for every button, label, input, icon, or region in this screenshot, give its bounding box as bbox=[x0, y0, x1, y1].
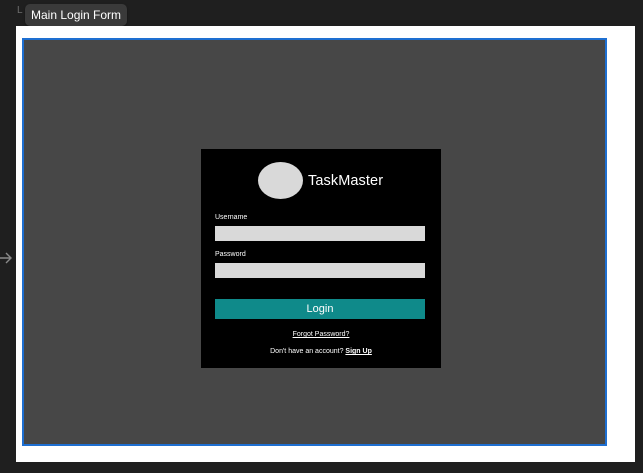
login-button[interactable]: Login bbox=[215, 299, 425, 319]
username-label: Username bbox=[215, 214, 248, 221]
frame-outline: TaskMaster Username Password Login Forgo… bbox=[16, 26, 635, 462]
forgot-password-link[interactable]: Forgot Password? bbox=[201, 331, 441, 338]
main-login-frame[interactable]: TaskMaster Username Password Login Forgo… bbox=[22, 38, 607, 446]
arrow-right-icon bbox=[0, 252, 12, 264]
login-card: TaskMaster Username Password Login Forgo… bbox=[201, 149, 441, 368]
password-label: Password bbox=[215, 251, 246, 258]
brand-row: TaskMaster bbox=[258, 162, 383, 199]
frame-name-tooltip[interactable]: Main Login Form bbox=[25, 4, 128, 26]
app-name: TaskMaster bbox=[308, 172, 384, 189]
logo-avatar bbox=[258, 162, 303, 199]
sign-up-link[interactable]: Sign Up bbox=[345, 348, 371, 355]
no-account-text: Don't have an account? bbox=[270, 348, 346, 355]
username-input[interactable] bbox=[215, 226, 425, 241]
signup-row: Don't have an account? Sign Up bbox=[201, 348, 441, 355]
password-input[interactable] bbox=[215, 263, 425, 278]
frame-label-stub: L bbox=[17, 5, 23, 16]
